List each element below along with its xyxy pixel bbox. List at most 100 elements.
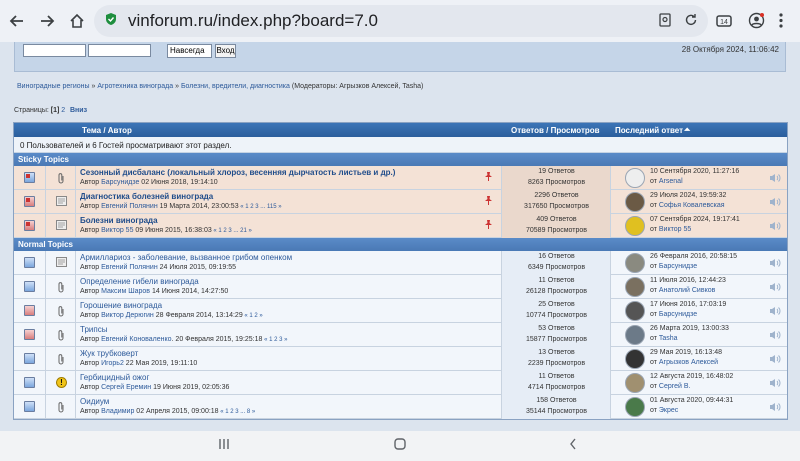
- col-replies-header[interactable]: Ответов / Просмотров: [511, 126, 600, 135]
- author-link[interactable]: Барсунидзе: [101, 179, 139, 186]
- reload-icon[interactable]: [684, 13, 698, 32]
- back-icon[interactable]: [568, 437, 578, 454]
- topic-title-link[interactable]: Оидиум: [80, 397, 109, 406]
- normal-topic-row[interactable]: Горошение винограда Автор Виктор Дерюгин …: [14, 299, 787, 323]
- profile-icon[interactable]: [748, 12, 765, 34]
- breadcrumb-wine-regions[interactable]: Виноградные регионы: [17, 83, 90, 90]
- last-post-user-link[interactable]: Анатолий Сивков: [659, 287, 715, 294]
- topic-page-links[interactable]: « 1 2 3 ... 8 »: [219, 409, 255, 415]
- avatar[interactable]: [625, 216, 645, 236]
- sticky-topic-row[interactable]: Болезни винограда Автор Виктор 55 09 Июня…: [14, 214, 787, 238]
- password-input[interactable]: [88, 44, 151, 57]
- address-bar[interactable]: vinforum.ru/index.php?board=7.0: [94, 5, 708, 37]
- topic-title-link[interactable]: Горошение винограда: [80, 301, 162, 310]
- home-icon[interactable]: [64, 8, 90, 34]
- author-link[interactable]: Игорь2: [101, 360, 124, 367]
- author-link[interactable]: Владимир: [101, 408, 134, 415]
- last-post-user-link[interactable]: Сергей В.: [659, 383, 691, 390]
- avatar[interactable]: [625, 253, 645, 273]
- topic-page-links[interactable]: « 1 2 3 ... 115 »: [239, 204, 281, 210]
- avatar[interactable]: [625, 301, 645, 321]
- back-arrow-icon[interactable]: [4, 8, 30, 34]
- normal-topic-row[interactable]: Жук трубковерт Автор Игорь2 22 Мая 2019, …: [14, 347, 787, 371]
- last-post-user-link[interactable]: Arsenal: [659, 178, 683, 185]
- last-post-date: 07 Сентября 2024, 19:17:41: [650, 216, 740, 223]
- shield-check-icon[interactable]: [104, 12, 118, 31]
- speaker-icon[interactable]: [769, 354, 781, 367]
- normal-topic-row[interactable]: Оидиум Автор Владимир 02 Апреля 2015, 09:…: [14, 395, 787, 419]
- normal-topic-row[interactable]: ! Гербицидный ожог Автор Сергей Еремин 19 …: [14, 371, 787, 395]
- topic-title-link[interactable]: Армиллариоз - заболевание, вызванное гри…: [80, 253, 292, 262]
- speaker-icon[interactable]: [769, 197, 781, 210]
- topic-title-link[interactable]: Трипсы: [80, 325, 107, 334]
- speaker-icon[interactable]: [769, 330, 781, 343]
- last-post-user-link[interactable]: Экрес: [659, 407, 678, 414]
- avatar[interactable]: [625, 349, 645, 369]
- speaker-icon[interactable]: [769, 402, 781, 415]
- topic-title-link[interactable]: Диагностика болезней винограда: [80, 192, 213, 201]
- view-count: 35144 Просмотров: [526, 408, 587, 415]
- topic-page-links[interactable]: « 1 2 »: [243, 313, 262, 319]
- topic-title-link[interactable]: Определение гибели винограда: [80, 277, 199, 286]
- speaker-icon[interactable]: [769, 173, 781, 186]
- current-page: [1]: [50, 107, 60, 114]
- avatar[interactable]: [625, 168, 645, 188]
- sort-up-icon[interactable]: ⏶: [684, 125, 690, 135]
- topic-author: Автор Владимир 02 Апреля 2015, 09:00:18 …: [80, 408, 256, 415]
- avatar[interactable]: [625, 277, 645, 297]
- normal-topic-row[interactable]: Трипсы Автор Евгений Коноваленко. 20 Февр…: [14, 323, 787, 347]
- topic-author: Автор Виктор 55 09 Июня 2015, 16:38:03 «…: [80, 227, 252, 234]
- topic-title-link[interactable]: Жук трубковерт: [80, 349, 138, 358]
- avatar[interactable]: [625, 192, 645, 212]
- topic-title-link[interactable]: Болезни винограда: [80, 216, 158, 225]
- username-input[interactable]: [23, 44, 86, 57]
- last-post-user-link[interactable]: Софья Ковалевская: [659, 202, 725, 209]
- breadcrumb-agrotech[interactable]: Агротехника винограда: [97, 83, 173, 90]
- last-post-date: 26 Марта 2019, 13:00:33: [650, 325, 729, 332]
- avatar[interactable]: [625, 373, 645, 393]
- tabs-icon[interactable]: 14: [716, 13, 732, 34]
- home-button-icon[interactable]: [393, 437, 407, 454]
- author-link[interactable]: Максим Шаров: [101, 288, 150, 295]
- topic-title-link[interactable]: Гербицидный ожог: [80, 373, 149, 382]
- forward-arrow-icon[interactable]: [34, 8, 60, 34]
- topic-title-link[interactable]: Сезонный дисбаланс (локальный хлороз, ве…: [80, 168, 395, 177]
- recents-icon[interactable]: [218, 437, 230, 454]
- author-link[interactable]: Виктор Дерюгин: [101, 312, 154, 319]
- jump-down-link[interactable]: Вниз: [70, 107, 87, 114]
- normal-topic-row[interactable]: Армиллариоз - заболевание, вызванное гри…: [14, 251, 787, 275]
- search-page-icon[interactable]: [658, 13, 672, 32]
- view-count: 26128 Просмотров: [526, 288, 587, 295]
- author-link[interactable]: Сергей Еремин: [101, 384, 151, 391]
- author-link[interactable]: Евгений Полянин: [101, 203, 158, 210]
- avatar[interactable]: [625, 397, 645, 417]
- speaker-icon[interactable]: [769, 306, 781, 319]
- last-post-user-link[interactable]: Барсунидзе: [659, 263, 697, 270]
- topic-page-links[interactable]: « 1 2 3 »: [262, 337, 287, 343]
- normal-topic-row[interactable]: Определение гибели винограда Автор Максим…: [14, 275, 787, 299]
- breadcrumb-diseases[interactable]: Болезни, вредители, диагностика: [181, 83, 290, 90]
- speaker-icon[interactable]: [769, 258, 781, 271]
- avatar[interactable]: [625, 325, 645, 345]
- author-link[interactable]: Евгений Коноваленко: [101, 336, 171, 343]
- last-post-user-link[interactable]: Барсунидзе: [659, 311, 697, 318]
- last-post-user-link[interactable]: Виктор 55: [659, 226, 691, 233]
- sticky-topic-row[interactable]: Сезонный дисбаланс (локальный хлороз, ве…: [14, 166, 787, 190]
- author-link[interactable]: Виктор 55: [101, 227, 133, 234]
- author-link[interactable]: Евгений Полянин: [101, 264, 158, 271]
- speaker-icon[interactable]: [769, 378, 781, 391]
- browser-toolbar: vinforum.ru/index.php?board=7.0 14: [0, 0, 800, 42]
- last-post-user-link[interactable]: Tasha: [659, 335, 678, 342]
- page-link-2[interactable]: 2: [61, 107, 65, 114]
- sticky-topic-row[interactable]: Диагностика болезней винограда Автор Евге…: [14, 190, 787, 214]
- speaker-icon[interactable]: [769, 282, 781, 295]
- speaker-icon[interactable]: [769, 221, 781, 234]
- url-text[interactable]: vinforum.ru/index.php?board=7.0: [128, 11, 378, 31]
- login-button[interactable]: Вход: [215, 44, 236, 58]
- session-length-select[interactable]: Навсегда: [167, 44, 212, 58]
- more-menu-icon[interactable]: [778, 12, 784, 34]
- col-topic-header[interactable]: Тема / Автор: [82, 126, 132, 135]
- topic-page-links[interactable]: « 1 2 3 ... 21 »: [212, 228, 251, 234]
- last-post-user-link[interactable]: Агрызков Алексей: [659, 359, 718, 366]
- col-lastpost-header[interactable]: Последний ответ: [615, 126, 683, 135]
